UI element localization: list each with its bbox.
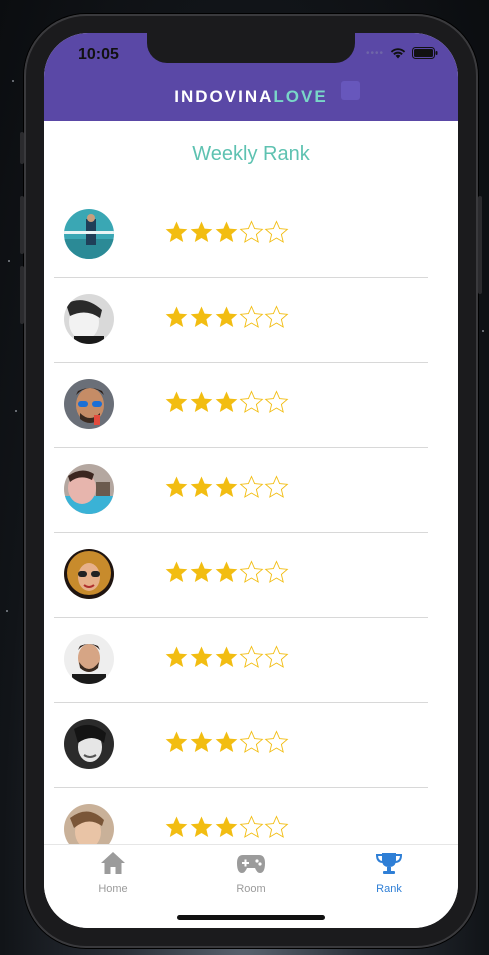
- trophy-icon: [375, 853, 403, 874]
- star-rating: [164, 390, 289, 415]
- wifi-icon: [390, 48, 406, 59]
- logo-text-love: LOVE: [273, 87, 328, 106]
- star-rating: [164, 560, 289, 585]
- avatar: [64, 294, 114, 344]
- star-filled-icon: [215, 306, 238, 327]
- tab-label: Home: [98, 883, 128, 895]
- star-filled-icon: [190, 816, 213, 837]
- star-filled-icon: [190, 561, 213, 582]
- star-rating: [164, 815, 289, 840]
- star-empty-icon: [264, 390, 289, 413]
- star-filled-icon: [190, 646, 213, 667]
- star-empty-icon: [264, 730, 289, 753]
- header-action-button[interactable]: [341, 81, 360, 100]
- star-rating: [164, 730, 289, 755]
- star-filled-icon: [165, 476, 188, 497]
- star-rating: [164, 645, 289, 670]
- rank-row[interactable]: [44, 448, 458, 533]
- star-rating: [164, 305, 289, 330]
- star-empty-icon: [264, 560, 289, 583]
- star-filled-icon: [215, 816, 238, 837]
- status-time: 10:05: [78, 46, 119, 63]
- tab-label: Rank: [376, 883, 402, 895]
- star-empty-icon: [239, 815, 264, 838]
- rank-row[interactable]: [44, 193, 458, 278]
- star-filled-icon: [215, 561, 238, 582]
- signal-icon: ••••: [365, 47, 384, 59]
- star-filled-icon: [190, 476, 213, 497]
- star-empty-icon: [264, 475, 289, 498]
- avatar: [64, 549, 114, 599]
- avatar: [64, 719, 114, 769]
- star-filled-icon: [165, 731, 188, 752]
- rank-row[interactable]: [44, 533, 458, 618]
- power-button: [478, 196, 482, 294]
- home-icon: [101, 852, 125, 874]
- status-icons: ••••: [366, 47, 438, 59]
- volume-down-button: [20, 266, 24, 324]
- screen: 10:05 •••• INDOVINALOVE Weekly Rank Home…: [44, 33, 458, 928]
- star-empty-icon: [264, 305, 289, 328]
- app-header: 10:05 •••• INDOVINALOVE: [44, 33, 458, 121]
- star-filled-icon: [215, 476, 238, 497]
- star-filled-icon: [190, 731, 213, 752]
- star-empty-icon: [239, 560, 264, 583]
- star-empty-icon: [239, 645, 264, 668]
- tab-room[interactable]: Room: [206, 851, 296, 895]
- star-filled-icon: [165, 646, 188, 667]
- logo-text-indovina: INDOVINA: [174, 87, 274, 106]
- avatar: [64, 379, 114, 429]
- rank-row[interactable]: [44, 278, 458, 363]
- star-filled-icon: [215, 646, 238, 667]
- rank-row[interactable]: [44, 618, 458, 703]
- star-empty-icon: [264, 645, 289, 668]
- star-filled-icon: [165, 221, 188, 242]
- rank-row[interactable]: [44, 363, 458, 448]
- star-filled-icon: [165, 561, 188, 582]
- rank-row[interactable]: [44, 703, 458, 788]
- tab-rank[interactable]: Rank: [344, 851, 434, 895]
- mute-switch: [20, 132, 24, 164]
- app-logo: INDOVINALOVE: [44, 87, 458, 107]
- notch: [147, 33, 355, 63]
- star-rating: [164, 475, 289, 500]
- battery-icon: [412, 47, 438, 59]
- rank-list: [44, 193, 458, 873]
- star-filled-icon: [215, 731, 238, 752]
- star-filled-icon: [165, 391, 188, 412]
- star-empty-icon: [239, 390, 264, 413]
- star-empty-icon: [264, 815, 289, 838]
- page-title: Weekly Rank: [192, 143, 310, 165]
- star-filled-icon: [215, 221, 238, 242]
- star-empty-icon: [239, 730, 264, 753]
- tab-home[interactable]: Home: [68, 851, 158, 895]
- star-rating: [164, 220, 289, 245]
- star-filled-icon: [165, 816, 188, 837]
- star-filled-icon: [215, 391, 238, 412]
- star-empty-icon: [239, 220, 264, 243]
- star-filled-icon: [190, 306, 213, 327]
- star-empty-icon: [239, 305, 264, 328]
- volume-up-button: [20, 196, 24, 254]
- star-empty-icon: [264, 220, 289, 243]
- gamepad-icon: [237, 855, 265, 873]
- tab-label: Room: [236, 883, 266, 895]
- avatar: [64, 209, 114, 259]
- star-filled-icon: [190, 391, 213, 412]
- star-filled-icon: [165, 306, 188, 327]
- avatar: [64, 464, 114, 514]
- home-indicator: [177, 915, 325, 920]
- avatar: [64, 634, 114, 684]
- star-empty-icon: [239, 475, 264, 498]
- star-filled-icon: [190, 221, 213, 242]
